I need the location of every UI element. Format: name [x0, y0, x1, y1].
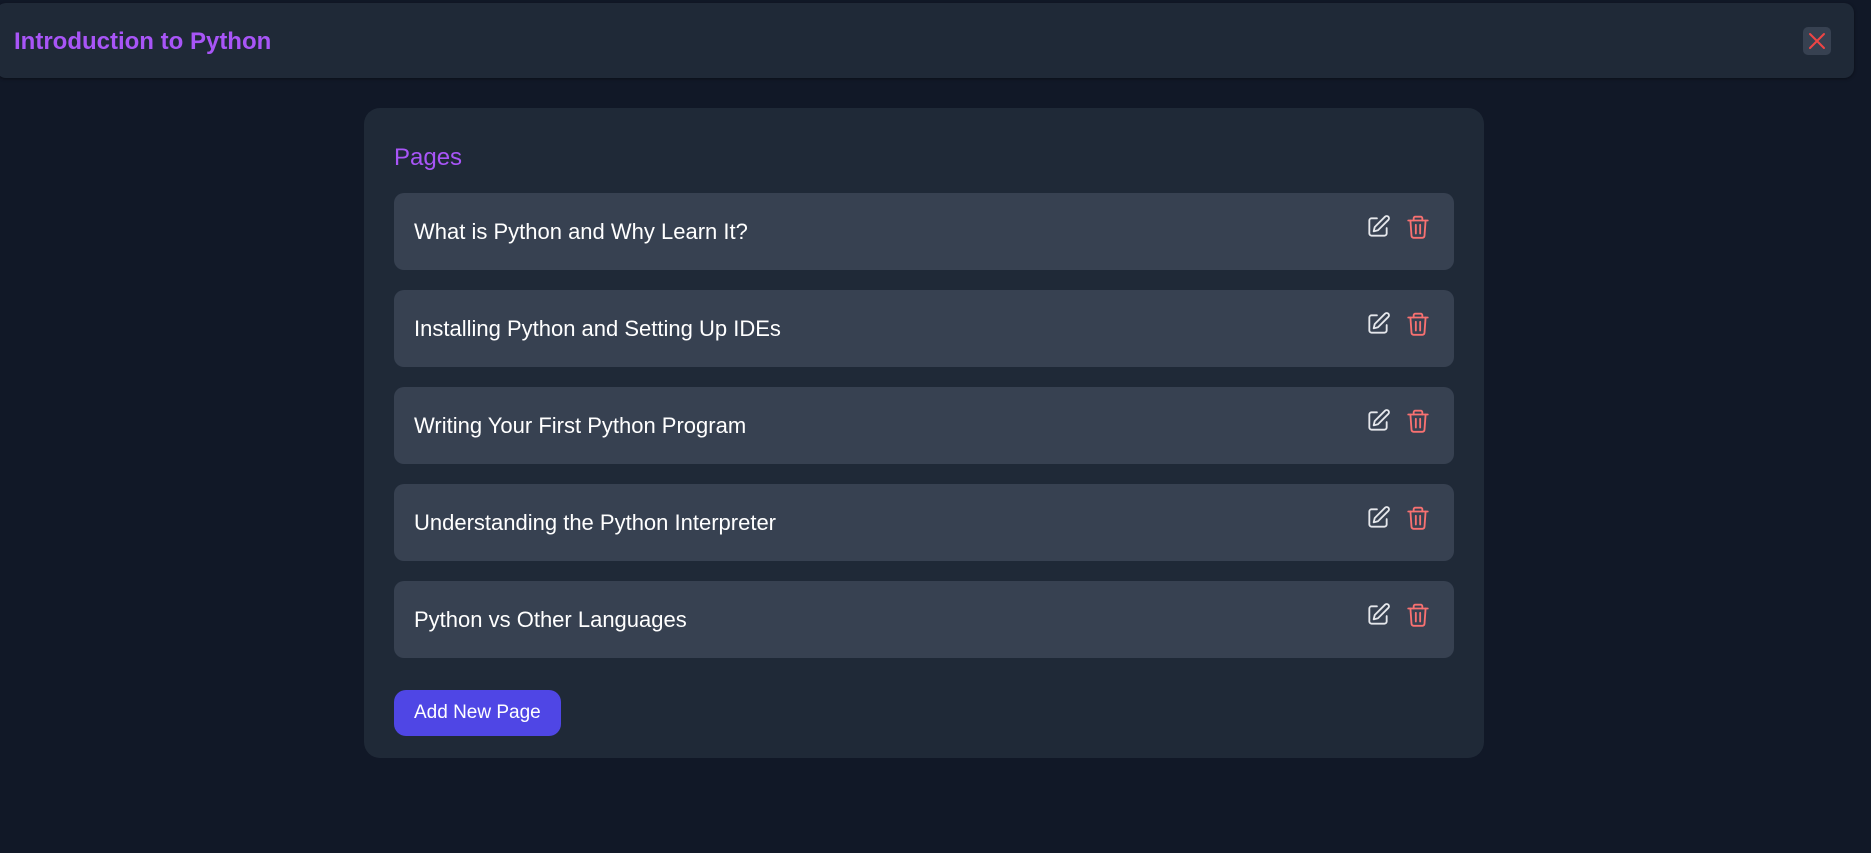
trash-icon	[1407, 409, 1429, 433]
edit-icon	[1368, 215, 1390, 237]
page-list: What is Python and Why Learn It? Install…	[394, 193, 1454, 678]
trash-icon	[1407, 215, 1429, 239]
trash-icon	[1407, 506, 1429, 530]
edit-page-button[interactable]	[1364, 407, 1392, 435]
page-title[interactable]: Python vs Other Languages	[414, 607, 687, 633]
edit-icon	[1368, 312, 1390, 334]
delete-page-button[interactable]	[1404, 504, 1432, 532]
edit-icon	[1368, 409, 1390, 431]
edit-icon	[1368, 603, 1390, 625]
course-title: Introduction to Python	[14, 28, 272, 55]
page-title[interactable]: Writing Your First Python Program	[414, 413, 746, 439]
page-actions	[1364, 213, 1432, 241]
page-list-item: What is Python and Why Learn It?	[394, 193, 1454, 270]
close-button[interactable]	[1803, 27, 1831, 55]
page-list-item: Understanding the Python Interpreter	[394, 484, 1454, 561]
page-list-item: Installing Python and Setting Up IDEs	[394, 290, 1454, 367]
course-header: Introduction to Python	[0, 3, 1854, 78]
pages-heading: Pages	[394, 144, 463, 171]
page-title[interactable]: Understanding the Python Interpreter	[414, 510, 776, 536]
page-actions	[1364, 504, 1432, 532]
page-list-item: Python vs Other Languages	[394, 581, 1454, 658]
edit-icon	[1368, 506, 1390, 528]
add-new-page-button[interactable]: Add New Page	[394, 690, 561, 736]
page-actions	[1364, 407, 1432, 435]
edit-page-button[interactable]	[1364, 601, 1392, 629]
delete-page-button[interactable]	[1404, 213, 1432, 241]
close-icon	[1809, 33, 1825, 49]
page-list-item: Writing Your First Python Program	[394, 387, 1454, 464]
pages-panel: Pages What is Python and Why Learn It? I…	[364, 108, 1484, 758]
page-title[interactable]: What is Python and Why Learn It?	[414, 219, 748, 245]
edit-page-button[interactable]	[1364, 310, 1392, 338]
edit-page-button[interactable]	[1364, 504, 1392, 532]
delete-page-button[interactable]	[1404, 601, 1432, 629]
delete-page-button[interactable]	[1404, 310, 1432, 338]
trash-icon	[1407, 312, 1429, 336]
delete-page-button[interactable]	[1404, 407, 1432, 435]
page-actions	[1364, 601, 1432, 629]
page-title[interactable]: Installing Python and Setting Up IDEs	[414, 316, 781, 342]
edit-page-button[interactable]	[1364, 213, 1392, 241]
page-actions	[1364, 310, 1432, 338]
trash-icon	[1407, 603, 1429, 627]
